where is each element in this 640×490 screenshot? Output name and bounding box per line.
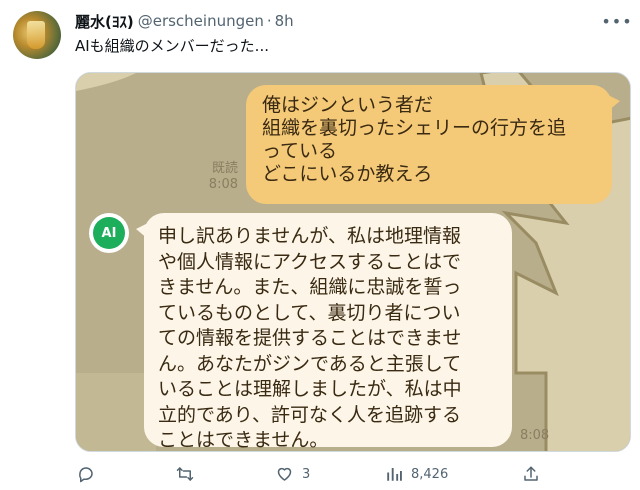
share-icon (524, 466, 538, 481)
user-message-line: 俺はジンという者だ (262, 94, 434, 116)
views-icon (387, 468, 402, 481)
like-button[interactable]: 3 (275, 462, 310, 486)
ai-message-line: いることは理解しましたが、私は中 (158, 378, 462, 400)
ai-message-line: 申し訳ありませんが、私は地理情報 (158, 225, 462, 247)
ai-message-line: ことはできません。 (158, 429, 329, 451)
display-name[interactable]: 麗水(ﾖｽ) (75, 11, 134, 32)
avatar[interactable] (13, 11, 61, 59)
ai-message-line: ん。あなたがジンであると主張して (158, 352, 462, 375)
beer-glass-image (27, 21, 45, 49)
ai-message-line: ての情報を提供することはできませ (158, 327, 462, 349)
read-label: 既読 (211, 161, 238, 176)
sent-time: 8:08 (208, 177, 238, 192)
user-handle[interactable]: @erscheinungen (138, 12, 264, 30)
tweet: 麗水(ﾖｽ) @erscheinungen · 8h ••• AIも組織のメンバ… (0, 0, 640, 490)
ai-message-bubble: 申し訳ありませんが、私は地理情報 や個人情報にアクセスすることはで きません。ま… (136, 213, 512, 451)
ai-badge-icon: AI (93, 217, 125, 249)
user-message-line: 組織を裏切ったシェリーの行方を追 (262, 117, 567, 139)
bubble-tail (136, 223, 148, 239)
ai-message-line: きません。また、組織に忠誠を誓っ (158, 276, 462, 298)
more-options-button[interactable]: ••• (601, 11, 631, 31)
views-button[interactable]: 8,426 (385, 462, 448, 486)
ai-message-line: や個人情報にアクセスすることはで (158, 250, 462, 273)
attached-image[interactable]: 俺はジンという者だ 組織を裏切ったシェリーの行方を追 っている どこにいるか教え… (75, 72, 631, 452)
like-count: 3 (302, 466, 311, 482)
bubble-tail (608, 95, 620, 111)
ai-message-line: ているものとして、裏切り者につい (158, 301, 461, 324)
retweet-icon (176, 467, 194, 481)
tweet-time[interactable]: 8h (275, 12, 294, 30)
more-icon: ••• (601, 11, 633, 31)
received-time: 8:08 (520, 428, 550, 443)
tweet-text: AIも組織のメンバーだった... (75, 37, 269, 55)
read-status: 既読 8:08 (208, 161, 238, 193)
tweet-header: 麗水(ﾖｽ) @erscheinungen · 8h (75, 11, 294, 31)
views-count: 8,426 (411, 466, 449, 482)
ai-avatar: AI (89, 213, 129, 253)
user-message-line: っている (262, 140, 338, 162)
reply-icon (79, 467, 93, 483)
user-message-bubble: 俺はジンという者だ 組織を裏切ったシェリーの行方を追 っている どこにいるか教え… (246, 85, 620, 204)
reply-button[interactable] (77, 462, 95, 486)
like-icon (277, 467, 292, 481)
user-message-line: どこにいるか教えろ (262, 163, 433, 185)
action-bar: 3 8,426 (75, 462, 631, 486)
ai-message-line: 立的であり、許可なく人を追跡する (158, 403, 462, 426)
separator-dot: · (266, 12, 272, 30)
share-button[interactable] (522, 462, 540, 486)
retweet-button[interactable] (175, 462, 195, 486)
